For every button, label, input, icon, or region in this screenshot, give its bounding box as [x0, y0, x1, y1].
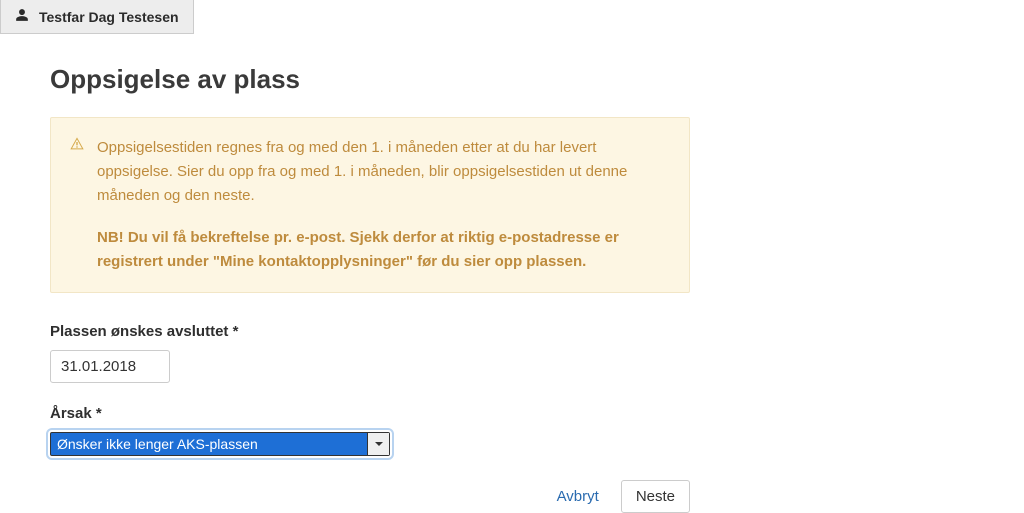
warning-alert: Oppsigelsestiden regnes fra og med den 1…	[50, 117, 690, 293]
user-name: Testfar Dag Testesen	[39, 9, 179, 25]
user-tab[interactable]: Testfar Dag Testesen	[0, 0, 194, 34]
reason-select[interactable]: Ønsker ikke lenger AKS-plassen	[50, 432, 390, 456]
reason-field-group: Årsak * Ønsker ikke lenger AKS-plassen	[50, 405, 690, 456]
alert-paragraph-1: Oppsigelsestiden regnes fra og med den 1…	[97, 136, 667, 208]
page-title: Oppsigelse av plass	[50, 64, 690, 95]
next-button[interactable]: Neste	[621, 480, 690, 513]
termination-date-input[interactable]	[50, 350, 170, 383]
alert-body: Oppsigelsestiden regnes fra og med den 1…	[73, 136, 667, 274]
alert-paragraph-2: NB! Du vil få bekreftelse pr. e-post. Sj…	[97, 226, 667, 274]
reason-field-label: Årsak *	[50, 405, 690, 422]
user-icon	[15, 8, 29, 25]
form-actions: Avbryt Neste	[50, 480, 690, 513]
warning-icon	[69, 136, 85, 152]
page-content: Oppsigelse av plass Oppsigelsestiden reg…	[0, 34, 740, 513]
date-field-group: Plassen ønskes avsluttet *	[50, 323, 690, 383]
cancel-button[interactable]: Avbryt	[557, 488, 599, 505]
date-field-label: Plassen ønskes avsluttet *	[50, 323, 690, 340]
